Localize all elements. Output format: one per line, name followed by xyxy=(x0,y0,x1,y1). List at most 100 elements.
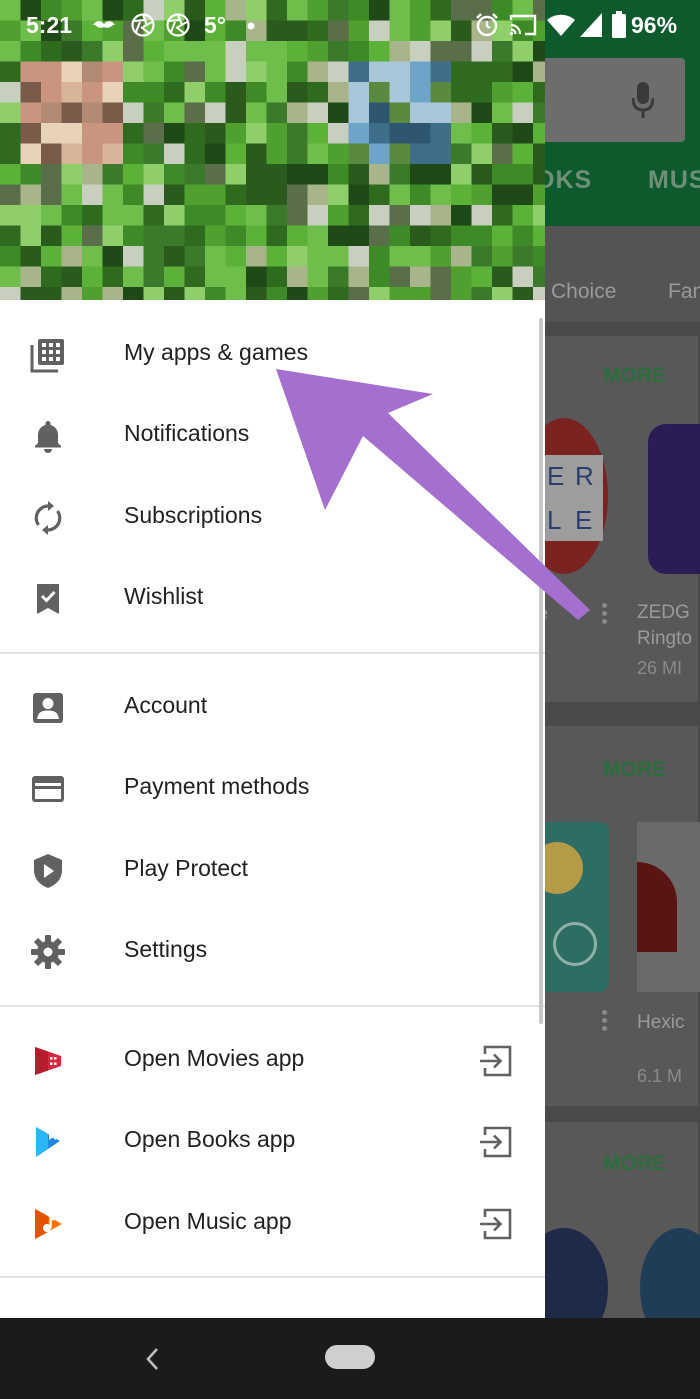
cover-pixel xyxy=(20,287,42,300)
cover-pixel xyxy=(0,61,21,83)
cover-pixel xyxy=(533,287,545,300)
cover-pixel xyxy=(61,225,83,247)
cover-pixel xyxy=(0,143,21,165)
menu-item-play-protect[interactable]: Play Protect xyxy=(0,831,545,911)
cover-pixel xyxy=(123,225,144,247)
background-app-size: 26 MI xyxy=(637,658,683,678)
cover-pixel xyxy=(143,123,165,144)
cover-pixel xyxy=(471,143,493,165)
exit-to-app-icon[interactable] xyxy=(478,1043,514,1079)
cover-pixel xyxy=(20,225,42,247)
cover-pixel xyxy=(102,184,124,206)
cover-pixel xyxy=(471,205,493,226)
menu-item-label: Notifications xyxy=(124,420,250,446)
background-chip-choice: Choice xyxy=(551,280,617,303)
cover-pixel xyxy=(471,123,493,144)
menu-item-open-music-app[interactable]: Open Music app xyxy=(0,1184,545,1264)
cover-pixel xyxy=(164,123,185,144)
menu-divider xyxy=(0,1276,545,1278)
cover-pixel xyxy=(102,287,124,300)
cover-pixel xyxy=(164,143,185,165)
aperture-icon xyxy=(166,13,190,37)
overflow-menu-icon xyxy=(602,1010,608,1034)
cover-pixel xyxy=(102,266,124,288)
play-books-icon xyxy=(36,1127,60,1157)
cover-pixel xyxy=(246,143,267,165)
menu-divider xyxy=(0,1005,545,1007)
menu-item-label: Wishlist xyxy=(124,583,204,609)
menu-item-settings[interactable]: Settings xyxy=(0,912,545,992)
cover-pixel xyxy=(348,61,370,83)
menu-item-payment-methods[interactable]: Payment methods xyxy=(0,749,545,829)
cover-pixel xyxy=(41,225,62,247)
cover-pixel xyxy=(512,123,534,144)
menu-item-subscriptions[interactable]: Subscriptions xyxy=(0,478,545,558)
cover-pixel xyxy=(533,184,545,206)
cover-pixel xyxy=(287,164,308,185)
cover-pixel xyxy=(225,102,247,124)
cover-pixel xyxy=(512,225,534,247)
cover-pixel xyxy=(451,225,472,247)
cover-pixel xyxy=(0,82,21,103)
cover-pixel xyxy=(102,61,124,83)
cover-pixel xyxy=(61,184,83,206)
battery-icon xyxy=(612,11,626,38)
menu-item-open-books-app[interactable]: Open Books app xyxy=(0,1102,545,1182)
cover-pixel xyxy=(328,266,349,288)
cover-pixel xyxy=(184,287,206,300)
play-music-icon xyxy=(35,1209,62,1239)
cover-pixel xyxy=(369,102,390,124)
cover-pixel xyxy=(328,287,349,300)
cover-pixel xyxy=(205,123,226,144)
cover-pixel xyxy=(123,102,144,124)
background-app-title-line2: Ringto xyxy=(637,628,692,649)
cover-pixel xyxy=(102,143,124,165)
home-pill-button[interactable] xyxy=(325,1345,375,1369)
cover-pixel xyxy=(61,164,83,185)
back-icon[interactable] xyxy=(144,1346,160,1372)
cover-pixel xyxy=(205,287,226,300)
refresh-icon xyxy=(34,501,62,535)
cover-pixel xyxy=(328,143,349,165)
cover-pixel xyxy=(389,164,411,185)
cover-pixel xyxy=(0,225,21,247)
drawer-scrollbar[interactable] xyxy=(539,318,543,1024)
overflow-menu-icon xyxy=(602,603,608,627)
cover-pixel xyxy=(246,266,267,288)
cover-pixel xyxy=(492,246,513,267)
cover-pixel xyxy=(328,205,349,226)
bookmark-check-icon xyxy=(37,584,59,614)
status-bar: 5:21 5° 96% xyxy=(0,0,700,52)
cover-pixel xyxy=(369,164,390,185)
cover-pixel xyxy=(389,205,411,226)
cover-pixel xyxy=(369,266,390,288)
cover-pixel xyxy=(82,287,103,300)
cover-pixel xyxy=(389,123,411,144)
cover-pixel xyxy=(369,205,390,226)
cover-pixel xyxy=(225,184,247,206)
cover-pixel xyxy=(471,225,493,247)
menu-item-notifications[interactable]: Notifications xyxy=(0,396,545,476)
cover-pixel xyxy=(369,123,390,144)
cover-pixel xyxy=(266,123,288,144)
cover-pixel xyxy=(123,184,144,206)
cover-pixel xyxy=(389,82,411,103)
cover-pixel xyxy=(41,123,62,144)
menu-item-my-apps-games[interactable]: My apps & games xyxy=(0,315,545,395)
menu-item-open-movies-app[interactable]: Open Movies app xyxy=(0,1021,545,1101)
cover-pixel xyxy=(41,246,62,267)
cover-pixel xyxy=(430,266,452,288)
exit-to-app-icon[interactable] xyxy=(478,1124,514,1160)
cover-pixel xyxy=(307,266,329,288)
cover-pixel xyxy=(225,287,247,300)
menu-item-account[interactable]: Account xyxy=(0,668,545,748)
exit-to-app-icon[interactable] xyxy=(478,1206,514,1242)
cover-pixel xyxy=(205,61,226,83)
cover-pixel xyxy=(389,225,411,247)
menu-item-wishlist[interactable]: Wishlist xyxy=(0,559,545,639)
cover-pixel xyxy=(307,287,329,300)
cover-pixel xyxy=(512,287,534,300)
cover-pixel xyxy=(225,82,247,103)
cover-pixel xyxy=(471,287,493,300)
mic-icon xyxy=(632,82,654,118)
